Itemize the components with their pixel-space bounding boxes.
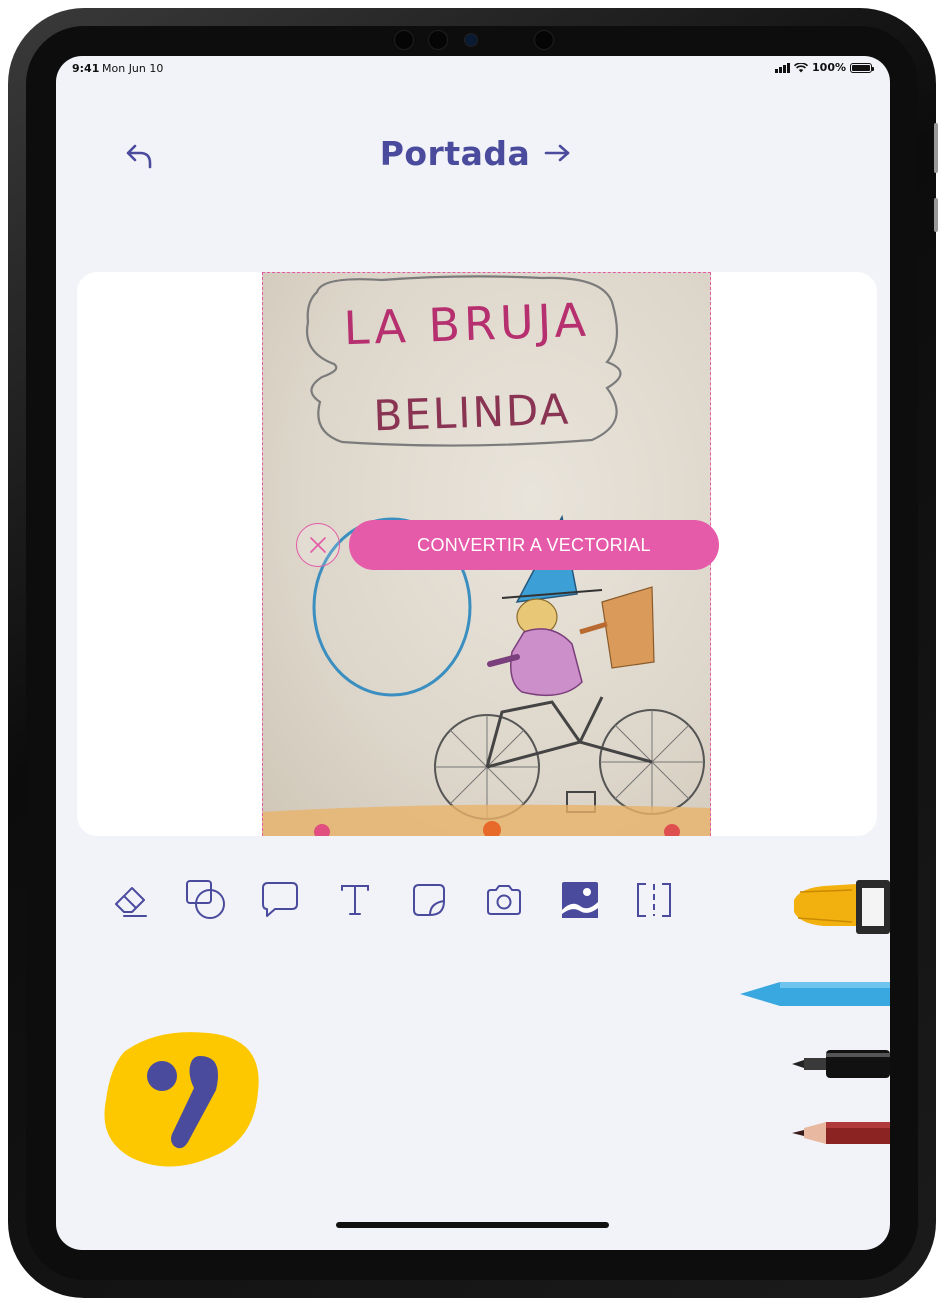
- marker-icon[interactable]: [792, 1046, 890, 1082]
- tool-image-active[interactable]: [558, 878, 602, 922]
- undo-arrow-icon: [126, 144, 152, 169]
- camera-lens: [428, 30, 448, 50]
- tool-shapes[interactable]: [184, 878, 228, 922]
- shapes-icon: [186, 880, 225, 919]
- eraser-icon: [115, 887, 147, 917]
- page-header: Portada: [356, 128, 596, 178]
- status-date: Mon Jun 10: [102, 62, 164, 75]
- camera-lens: [534, 30, 554, 50]
- camera-lens: [394, 30, 414, 50]
- image-icon: [562, 882, 598, 918]
- power-button: [934, 123, 938, 173]
- tool-scan[interactable]: [632, 878, 676, 922]
- home-indicator[interactable]: [336, 1222, 609, 1228]
- speech-bubble-icon: [262, 882, 298, 917]
- tool-camera[interactable]: [482, 878, 526, 922]
- cellular-signal-icon: [775, 62, 791, 73]
- drawing-title-line2: BELINDA: [373, 385, 571, 441]
- sticker-icon: [413, 884, 445, 916]
- close-button[interactable]: [296, 523, 340, 567]
- convert-to-vector-button[interactable]: CONVERTIR A VECTORIAL: [349, 520, 719, 570]
- drawing-title-line1: LA BRUJA: [343, 293, 591, 356]
- status-time: 9:41: [72, 62, 100, 75]
- scan-icon: [637, 883, 671, 917]
- text-icon: [341, 885, 369, 915]
- status-bar: 9:41 Mon Jun 10 100%: [56, 56, 890, 82]
- battery-icon: [850, 62, 874, 73]
- paintbrush-icon[interactable]: [794, 874, 890, 940]
- next-page-button[interactable]: [544, 143, 572, 163]
- wifi-icon: [794, 62, 809, 72]
- camera-icon: [487, 885, 521, 915]
- page-title: Portada: [379, 133, 531, 173]
- pencil-icon[interactable]: [792, 1120, 890, 1146]
- volume-button: [934, 198, 938, 232]
- tool-sticker[interactable]: [407, 878, 451, 922]
- right-arrow-icon: [544, 144, 570, 162]
- battery-percent: 100%: [812, 61, 846, 74]
- tool-eraser[interactable]: [108, 878, 152, 922]
- app-logo: [104, 1032, 259, 1167]
- canvas-card[interactable]: LA BRUJA BELINDA CONVERTIR A VECTORIAL: [77, 272, 877, 836]
- status-indicators: 100%: [775, 61, 874, 74]
- close-icon: [310, 537, 326, 553]
- camera-lens: [464, 33, 478, 47]
- tool-text[interactable]: [333, 878, 377, 922]
- screen: 9:41 Mon Jun 10 100% Portada LA BRUJA BE…: [56, 56, 890, 1250]
- undo-button[interactable]: [120, 136, 160, 176]
- tool-speech-bubble[interactable]: [258, 878, 302, 922]
- crayon-icon[interactable]: [740, 978, 890, 1010]
